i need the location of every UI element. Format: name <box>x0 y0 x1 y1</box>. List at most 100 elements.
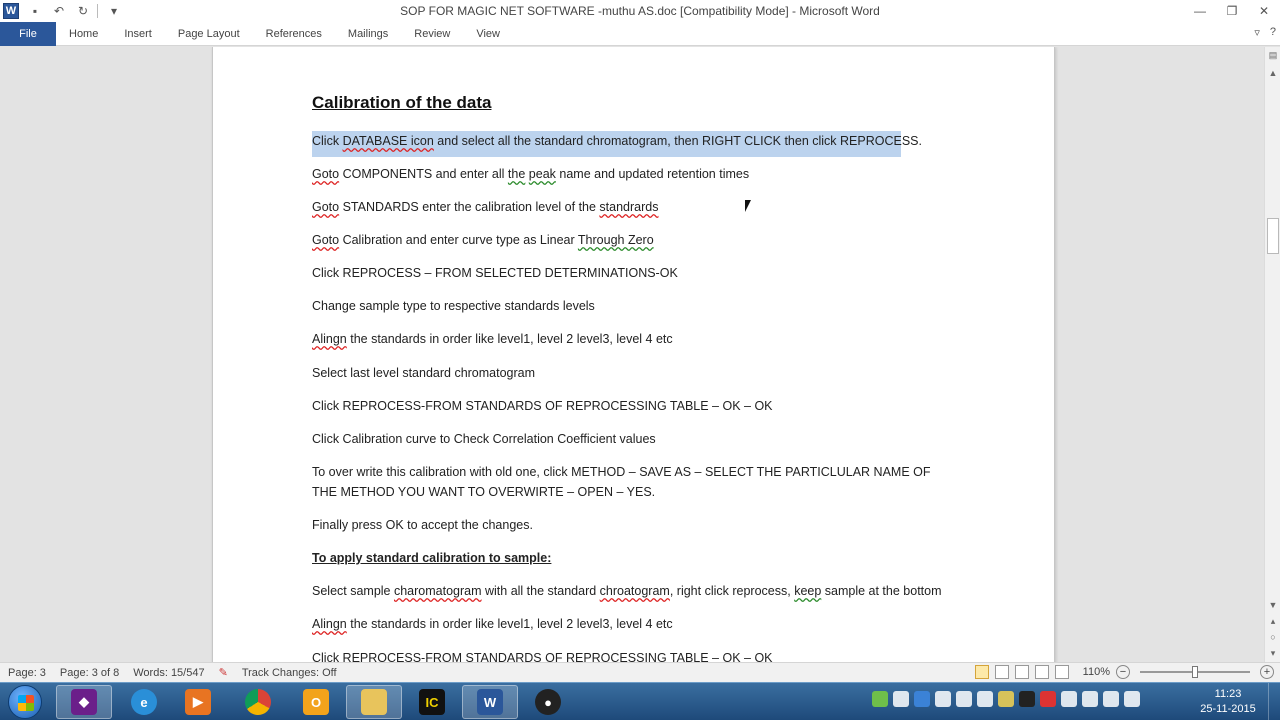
scroll-up-icon[interactable]: ▲ <box>1265 65 1280 81</box>
redo-icon[interactable]: ↻ <box>75 3 91 19</box>
ruler-toggle-icon[interactable]: ▤ <box>1265 47 1280 63</box>
draft-icon[interactable] <box>1054 665 1069 679</box>
wifi-icon[interactable] <box>1082 691 1098 707</box>
system-tray <box>872 691 1140 707</box>
expand-ribbon-icon[interactable]: ▿ <box>1254 26 1260 39</box>
web-layout-icon[interactable] <box>1014 665 1029 679</box>
paragraph-12[interactable]: Finally press OK to accept the changes. <box>312 515 533 535</box>
track-changes-status[interactable]: Track Changes: Off <box>242 667 337 679</box>
folder-icon <box>361 689 387 715</box>
tab-insert[interactable]: Insert <box>111 22 165 46</box>
paragraph-9[interactable]: Click REPROCESS-FROM STANDARDS OF REPROC… <box>312 396 773 416</box>
vertical-scrollbar[interactable]: ▤ ▲ ▼ ▴ ○ ▾ <box>1264 47 1280 662</box>
chrome-icon <box>245 689 271 715</box>
taskbar-chrome[interactable] <box>230 685 286 719</box>
tray-app-icon[interactable] <box>872 691 888 707</box>
word-count[interactable]: Words: 15/547 <box>133 667 204 679</box>
media-player-icon: ▶ <box>185 689 211 715</box>
window-title: SOP FOR MAGIC NET SOFTWARE -muthu AS.doc… <box>400 4 880 18</box>
paragraph-5[interactable]: Click REPROCESS – FROM SELECTED DETERMIN… <box>312 263 678 283</box>
zoom-in-icon[interactable]: + <box>1260 665 1274 679</box>
action-center-flag-icon[interactable] <box>1103 691 1119 707</box>
proofing-icon[interactable]: ✎ <box>219 666 228 679</box>
tray-display-icon[interactable] <box>977 691 993 707</box>
taskbar-outlook[interactable]: O <box>288 685 344 719</box>
zoom-level[interactable]: 110% <box>1083 666 1110 678</box>
paragraph-7[interactable]: Alingn the standards in order like level… <box>312 329 673 349</box>
taskbar-clock[interactable]: 11:23 25-11-2015 <box>1196 687 1260 717</box>
tray-network-app-icon[interactable] <box>935 691 951 707</box>
volume-icon[interactable] <box>1124 691 1140 707</box>
taskbar-media-player[interactable]: ▶ <box>170 685 226 719</box>
selection-highlight: Click DATABASE icon and select all the s… <box>312 131 922 157</box>
customize-qat-icon[interactable]: ▾ <box>106 3 122 19</box>
paragraph-10[interactable]: Click Calibration curve to Check Correla… <box>312 429 656 449</box>
taskbar-word[interactable]: W <box>462 685 518 719</box>
taskbar-obs[interactable]: ● <box>520 685 576 719</box>
tray-folder-icon[interactable] <box>998 691 1014 707</box>
paragraph-11[interactable]: To over write this calibration with old … <box>312 462 952 502</box>
tab-home[interactable]: Home <box>56 22 111 46</box>
tray-sync-icon[interactable] <box>1019 691 1035 707</box>
tab-references[interactable]: References <box>253 22 335 46</box>
tray-monitor-icon[interactable] <box>893 691 909 707</box>
bluetooth-icon[interactable] <box>914 691 930 707</box>
paragraph-14[interactable]: Alingn the standards in order like level… <box>312 614 673 634</box>
tray-usb-icon[interactable] <box>956 691 972 707</box>
zoom-out-icon[interactable]: − <box>1116 665 1130 679</box>
browse-object-icon[interactable]: ○ <box>1265 629 1280 645</box>
paragraph-4[interactable]: Goto Calibration and enter curve type as… <box>312 230 654 250</box>
title-bar: W ▪ ↶ ↻ ▾ SOP FOR MAGIC NET SOFTWARE -mu… <box>0 0 1280 22</box>
heading-calibration: Calibration of the data <box>312 93 492 112</box>
restore-icon[interactable]: ❐ <box>1216 0 1248 22</box>
minimize-icon[interactable]: — <box>1184 0 1216 22</box>
ribbon-tabs: File Home Insert Page Layout References … <box>0 22 1280 46</box>
scroll-down-icon[interactable]: ▼ <box>1265 597 1280 613</box>
undo-icon[interactable]: ↶ <box>51 3 67 19</box>
signal-bars-icon[interactable] <box>1061 691 1077 707</box>
scroll-thumb[interactable] <box>1267 218 1279 254</box>
taskbar-file-explorer[interactable] <box>346 685 402 719</box>
paragraph-3[interactable]: Goto STANDARDS enter the calibration lev… <box>312 197 658 217</box>
full-screen-reading-icon[interactable] <box>994 665 1009 679</box>
tab-review[interactable]: Review <box>401 22 463 46</box>
internet-explorer-icon: e <box>131 689 157 715</box>
windows-logo-icon <box>18 695 34 711</box>
start-button[interactable] <box>8 685 42 719</box>
taskbar-shield-app[interactable]: ◆ <box>56 685 112 719</box>
paragraph-2[interactable]: Goto COMPONENTS and enter all the peak n… <box>312 164 749 184</box>
previous-page-icon[interactable]: ▴ <box>1265 613 1280 629</box>
save-icon[interactable]: ▪ <box>27 3 43 19</box>
page-count[interactable]: Page: 3 of 8 <box>60 667 119 679</box>
paragraph-1[interactable]: Click DATABASE icon and select all the s… <box>312 131 922 157</box>
taskbar-ic-app[interactable]: IC <box>404 685 460 719</box>
zoom-slider-thumb[interactable] <box>1192 666 1198 678</box>
help-icon[interactable]: ? <box>1270 26 1276 39</box>
tab-file[interactable]: File <box>0 22 56 46</box>
paragraph-13[interactable]: Select sample charomatogram with all the… <box>312 581 942 601</box>
close-icon[interactable]: ✕ <box>1248 0 1280 22</box>
print-layout-icon[interactable] <box>974 665 989 679</box>
tab-view[interactable]: View <box>463 22 513 46</box>
subheading-apply-calibration: To apply standard calibration to sample: <box>312 551 552 565</box>
ic-app-icon: IC <box>419 689 445 715</box>
zoom-slider[interactable] <box>1140 666 1250 678</box>
database-icon-text: DATABASE icon <box>342 134 434 148</box>
next-page-icon[interactable]: ▾ <box>1265 645 1280 661</box>
taskbar-internet-explorer[interactable]: e <box>116 685 172 719</box>
tab-mailings[interactable]: Mailings <box>335 22 401 46</box>
show-desktop-button[interactable] <box>1268 683 1280 720</box>
tab-page-layout[interactable]: Page Layout <box>165 22 253 46</box>
document-page[interactable]: Calibration of the data Click DATABASE i… <box>212 47 1055 662</box>
page-indicator[interactable]: Page: 3 <box>8 667 46 679</box>
paragraph-15[interactable]: Click REPROCESS-FROM STANDARDS OF REPROC… <box>312 648 773 662</box>
window-controls: — ❐ ✕ <box>1184 0 1280 22</box>
obs-icon: ● <box>535 689 561 715</box>
outline-icon[interactable] <box>1034 665 1049 679</box>
word-app-icon[interactable]: W <box>3 3 19 19</box>
paragraph-8[interactable]: Select last level standard chromatogram <box>312 363 535 383</box>
tray-antivirus-icon[interactable] <box>1040 691 1056 707</box>
paragraph-6[interactable]: Change sample type to respective standar… <box>312 296 595 316</box>
status-bar: Page: 3 Page: 3 of 8 Words: 15/547 ✎ Tra… <box>0 662 1280 682</box>
qat-divider <box>97 4 98 18</box>
